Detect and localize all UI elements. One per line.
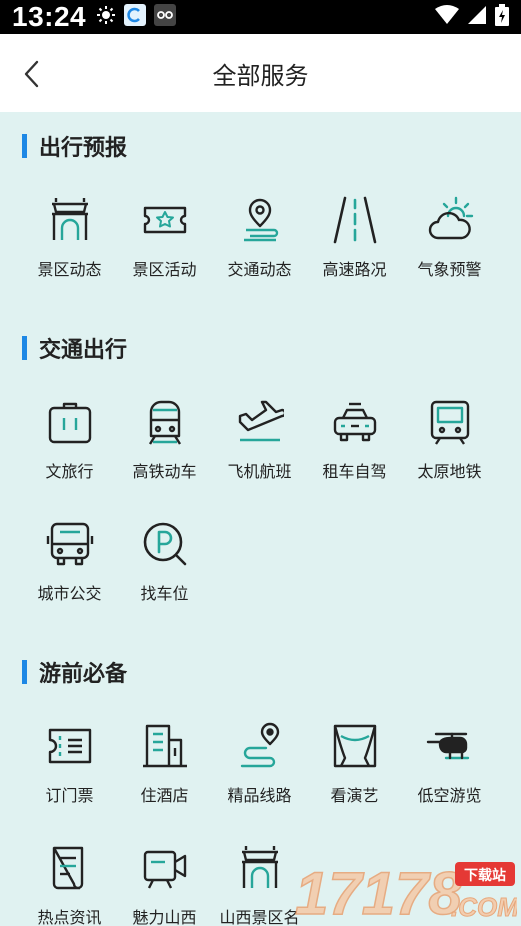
section-accent-bar [22, 134, 27, 158]
car-icon [329, 396, 381, 448]
service-label: 景区活动 [132, 260, 197, 279]
scenic-gate-icon [234, 842, 286, 894]
chevron-left-icon [24, 60, 39, 88]
service-traffic-dynamics[interactable]: 交通动态 [212, 194, 307, 280]
status-bar: 13:24 [0, 0, 521, 34]
service-label: 找车位 [140, 584, 189, 603]
service-label: 文旅行 [45, 462, 94, 481]
service-performances[interactable]: 看演艺 [307, 720, 402, 806]
service-label: 高速路况 [322, 260, 387, 279]
wifi-icon [435, 5, 459, 29]
battery-icon [495, 4, 509, 30]
route-pin-icon [234, 720, 286, 772]
service-high-speed-rail[interactable]: 高铁动车 [117, 396, 212, 482]
train-icon [139, 396, 191, 448]
bus-icon [44, 518, 96, 570]
stage-curtain-icon [329, 720, 381, 772]
service-label: 精品线路 [227, 786, 292, 805]
section-accent-bar [22, 336, 27, 360]
video-camera-icon [139, 842, 191, 894]
airplane-icon [234, 396, 286, 448]
service-label: 魅力山西 [132, 908, 197, 926]
site-watermark: 17178 下载站 .COM [294, 859, 520, 926]
service-shanxi-scenic[interactable]: 山西景区名 [212, 842, 307, 926]
highway-road-icon [329, 194, 381, 246]
service-label: 城市公交 [37, 584, 102, 603]
service-label: 交通动态 [227, 260, 292, 279]
service-hot-news[interactable]: 热点资讯 [22, 842, 117, 926]
section-title-forecast: 出行预报 [22, 130, 127, 162]
subway-icon [424, 396, 476, 448]
section-title-text: 游前必备 [39, 662, 128, 687]
section-title-transport: 交通出行 [22, 332, 127, 364]
service-cultural-travel[interactable]: 文旅行 [22, 396, 117, 482]
service-label: 山西景区名 [219, 908, 300, 926]
suitcase-icon [44, 396, 96, 448]
hotel-icon [139, 720, 191, 772]
service-label: 飞机航班 [227, 462, 292, 481]
service-flights[interactable]: 飞机航班 [212, 396, 307, 482]
service-label: 气象预警 [417, 260, 482, 279]
service-hotel[interactable]: 住酒店 [117, 720, 212, 806]
service-find-parking[interactable]: 找车位 [117, 518, 212, 604]
app-notification-icon [124, 4, 147, 30]
location-route-icon [234, 194, 286, 246]
vpn-icon [154, 4, 177, 30]
section-title-essentials: 游前必备 [22, 656, 127, 688]
section-accent-bar [22, 660, 27, 684]
back-button[interactable] [16, 58, 48, 90]
service-label: 高铁动车 [132, 462, 197, 481]
service-low-altitude-tour[interactable]: 低空游览 [402, 720, 497, 806]
service-label: 太原地铁 [417, 462, 482, 481]
watermark-domain: .COM [451, 892, 517, 922]
brightness-icon [96, 5, 116, 29]
ticket-icon [44, 720, 96, 772]
service-buy-tickets[interactable]: 订门票 [22, 720, 117, 806]
service-weather-alert[interactable]: 气象预警 [402, 194, 497, 280]
service-featured-routes[interactable]: 精品线路 [212, 720, 307, 806]
helicopter-icon [424, 720, 476, 772]
service-scenic-events[interactable]: 景区活动 [117, 194, 212, 280]
scenic-gate-icon [44, 194, 96, 246]
parking-search-icon [139, 518, 191, 570]
news-doc-icon [44, 842, 96, 894]
watermark-tag: 下载站 [464, 867, 506, 884]
service-highway-conditions[interactable]: 高速路况 [307, 194, 402, 280]
section-title-text: 出行预报 [39, 136, 128, 161]
weather-cloud-sun-icon [424, 194, 476, 246]
nav-bar: 全部服务 [0, 34, 521, 112]
service-label: 低空游览 [417, 786, 482, 805]
service-label: 订门票 [45, 786, 94, 805]
service-label: 景区动态 [37, 260, 102, 279]
service-label: 租车自驾 [322, 462, 387, 481]
service-taiyuan-metro[interactable]: 太原地铁 [402, 396, 497, 482]
service-charm-shanxi[interactable]: 魅力山西 [117, 842, 212, 926]
page-title: 全部服务 [212, 61, 309, 90]
service-label: 住酒店 [140, 786, 189, 805]
ticket-star-icon [139, 194, 191, 246]
status-time: 13:24 [12, 1, 87, 32]
service-scenic-dynamics[interactable]: 景区动态 [22, 194, 117, 280]
service-label: 看演艺 [330, 786, 379, 805]
service-car-rental[interactable]: 租车自驾 [307, 396, 402, 482]
watermark-number: 17178 [295, 860, 462, 922]
service-label: 热点资讯 [37, 908, 102, 926]
signal-icon [467, 5, 487, 29]
services-content: 出行预报 景区动态 景区活动 交通动态 高速路况 气象预警 交通出行 文旅行 高… [0, 112, 521, 926]
section-title-text: 交通出行 [39, 338, 128, 363]
service-city-bus[interactable]: 城市公交 [22, 518, 117, 604]
